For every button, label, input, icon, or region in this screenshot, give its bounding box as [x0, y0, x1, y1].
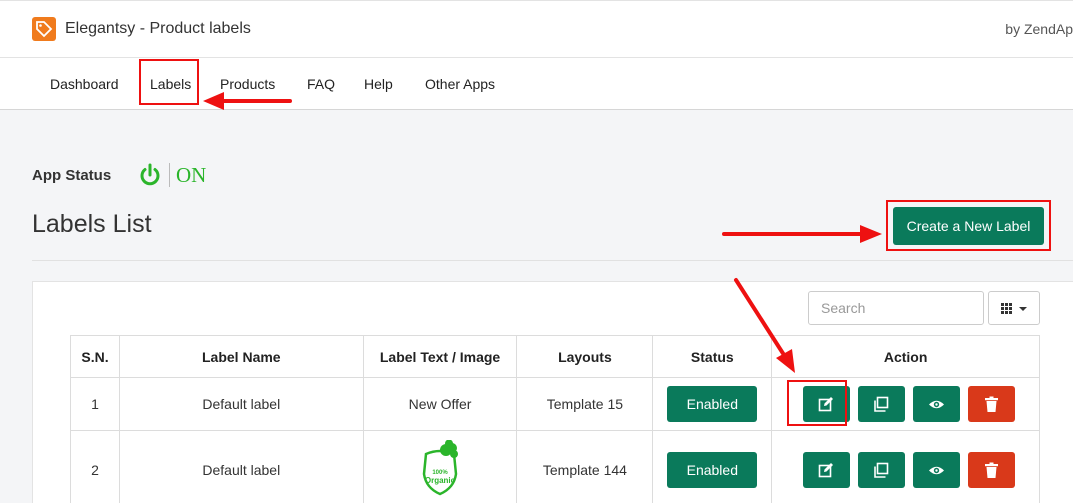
table-header-row: S.N. Label Name Label Text / Image Layou… — [70, 335, 1040, 378]
eye-icon — [928, 400, 944, 409]
col-label-text: Label Text / Image — [362, 335, 518, 378]
col-layouts: Layouts — [516, 335, 654, 378]
app-title: Elegantsy - Product labels — [65, 20, 251, 37]
table-row: 1 Default label New Offer Template 15 En… — [70, 377, 1040, 431]
labels-annotation-box — [139, 59, 199, 105]
col-label-name: Label Name — [118, 335, 364, 378]
power-icon[interactable] — [138, 163, 162, 192]
trash-icon — [984, 396, 998, 412]
organic-badge-image: 100% Organic — [422, 439, 459, 496]
delete-button[interactable] — [967, 451, 1015, 488]
edit-icon — [818, 462, 833, 477]
delete-button[interactable] — [967, 386, 1015, 422]
trash-icon — [984, 462, 998, 478]
title-divider — [32, 260, 1073, 261]
col-sn: S.N. — [70, 335, 120, 378]
badge-word: Organic — [425, 476, 456, 485]
page-title: Labels List — [32, 210, 152, 238]
cell-actions — [771, 430, 1040, 503]
status-toggle-button[interactable]: Enabled — [667, 451, 758, 488]
preview-button[interactable] — [912, 386, 960, 422]
edit-annotation-box — [787, 380, 847, 426]
col-action: Action — [771, 335, 1040, 378]
app-status-label: App Status — [32, 167, 112, 184]
arrow-head-create — [860, 225, 882, 243]
cell-label-text: New Offer — [362, 377, 518, 431]
cell-sn: 1 — [70, 377, 120, 431]
create-label-button[interactable]: Create a New Label — [893, 207, 1044, 245]
cell-status: Enabled — [652, 377, 773, 431]
edit-button[interactable] — [802, 451, 850, 488]
labels-table: S.N. Label Name Label Text / Image Layou… — [70, 335, 1040, 503]
duplicate-button[interactable] — [857, 451, 905, 488]
cell-status: Enabled — [652, 430, 773, 503]
preview-button[interactable] — [912, 451, 960, 488]
cell-layout: Template 144 — [516, 430, 654, 503]
app-status-value: ON — [176, 163, 207, 187]
eye-icon — [928, 466, 944, 474]
nav-products[interactable]: Products — [220, 76, 275, 92]
grid-icon — [1001, 303, 1027, 314]
columns-toggle-button[interactable] — [988, 291, 1040, 325]
app-header: Elegantsy - Product labels by ZendAp — [0, 0, 1073, 58]
status-divider — [169, 163, 170, 187]
cell-label-image: 100% Organic — [362, 430, 518, 503]
cell-layout: Template 15 — [516, 377, 654, 431]
nav-other-apps[interactable]: Other Apps — [425, 76, 495, 92]
nav-help[interactable]: Help — [364, 76, 393, 92]
cell-label-name: Default label — [118, 377, 364, 431]
status-toggle-button[interactable]: Enabled — [667, 386, 758, 422]
duplicate-button[interactable] — [857, 386, 905, 422]
tag-icon — [32, 17, 56, 41]
table-row: 2 Default label 100% Organic Template 14… — [70, 430, 1040, 503]
cell-label-name: Default label — [118, 430, 364, 503]
copy-icon — [873, 462, 888, 478]
cell-sn: 2 — [70, 430, 120, 503]
nav-faq[interactable]: FAQ — [307, 76, 335, 92]
vendor-link[interactable]: by ZendAp — [1005, 21, 1073, 37]
copy-icon — [873, 396, 888, 412]
col-status: Status — [652, 335, 773, 378]
nav-dashboard[interactable]: Dashboard — [50, 76, 119, 92]
search-input[interactable]: Search — [808, 291, 984, 325]
